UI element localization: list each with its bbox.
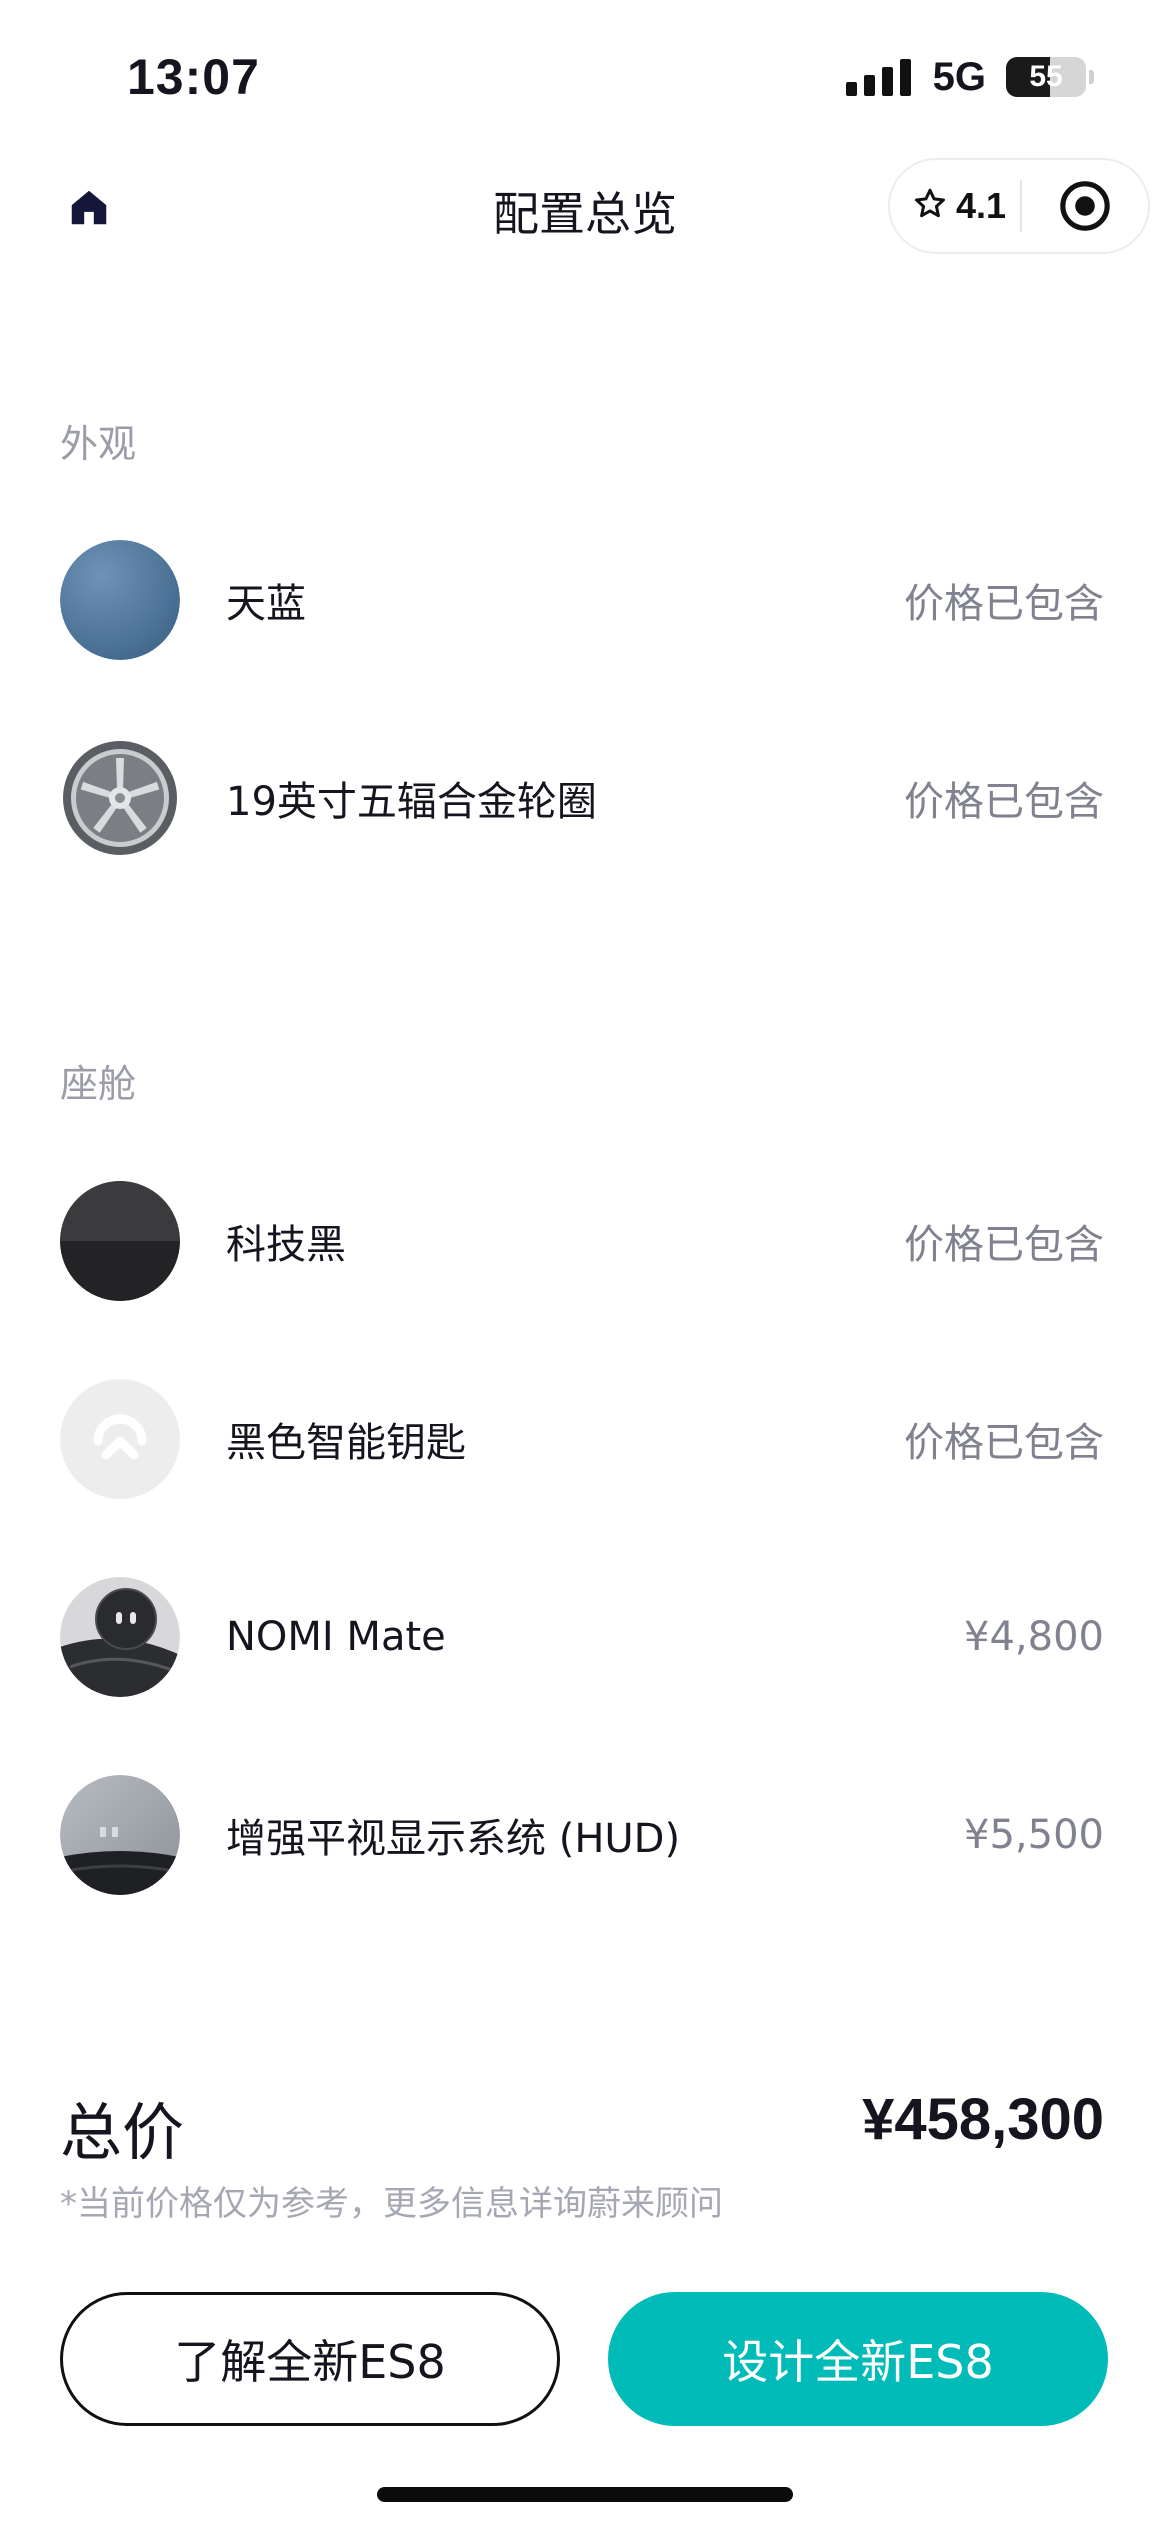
item-label: 黑色智能钥匙 [226, 1420, 466, 1466]
learn-es8-button[interactable]: 了解全新ES8 [60, 2292, 560, 2426]
rating-button[interactable]: 4.1 [890, 185, 1020, 227]
price-disclaimer: *当前价格仅为参考，更多信息详询蔚来顾问 [60, 2184, 723, 2224]
item-label: NOMI Mate [226, 1614, 446, 1660]
section-title-cabin: 座舱 [60, 1062, 137, 1106]
mini-program-capsule: 4.1 [888, 158, 1150, 254]
list-item[interactable]: 科技黑 价格已包含 [60, 1181, 1104, 1301]
design-es8-button[interactable]: 设计全新ES8 [608, 2292, 1108, 2426]
status-indicators: 5G 55 [845, 52, 1094, 102]
item-price: 价格已包含 [904, 581, 1104, 627]
list-item[interactable]: 天蓝 价格已包含 [60, 540, 1104, 660]
tech-black-swatch [60, 1181, 180, 1301]
item-label: 天蓝 [226, 581, 306, 627]
hud-thumbnail [60, 1775, 180, 1895]
item-price: 价格已包含 [904, 1420, 1104, 1466]
list-item[interactable]: 黑色智能钥匙 价格已包含 [60, 1379, 1104, 1499]
sky-blue-swatch [60, 540, 180, 660]
wheel-thumbnail [60, 738, 180, 858]
total-price: ¥458,300 [862, 2087, 1104, 2152]
item-price: 价格已包含 [904, 779, 1104, 825]
total-label: 总价 [60, 2096, 185, 2169]
item-label: 增强平视显示系统 (HUD) [226, 1816, 681, 1862]
section-title-exterior: 外观 [60, 422, 137, 466]
list-item[interactable]: NOMI Mate ¥4,800 [60, 1577, 1104, 1697]
network-type: 5G [932, 54, 986, 99]
list-item[interactable]: 19英寸五辐合金轮圈 价格已包含 [60, 738, 1104, 858]
signal-icon [845, 58, 911, 96]
item-label: 19英寸五辐合金轮圈 [226, 779, 597, 825]
list-item[interactable]: 增强平视显示系统 (HUD) ¥5,500 [60, 1775, 1104, 1895]
smart-key-thumbnail [60, 1379, 180, 1499]
battery-level: 55 [1029, 60, 1063, 93]
item-price: ¥5,500 [964, 1812, 1104, 1858]
item-price: 价格已包含 [904, 1222, 1104, 1268]
battery-icon: 55 [1006, 57, 1086, 97]
nomi-mate-thumbnail [60, 1577, 180, 1697]
item-label: 科技黑 [226, 1222, 346, 1268]
config-overview-screen: 13:07 5G 55 配置总览 4.1 外观 天蓝 价格已包含 19英寸五辐合… [0, 0, 1170, 2532]
star-icon [912, 186, 948, 226]
home-indicator [377, 2487, 793, 2502]
target-icon[interactable] [1022, 178, 1148, 234]
status-time: 13:07 [127, 49, 260, 105]
rating-value: 4.1 [956, 185, 1007, 226]
item-price: ¥4,800 [964, 1614, 1104, 1660]
